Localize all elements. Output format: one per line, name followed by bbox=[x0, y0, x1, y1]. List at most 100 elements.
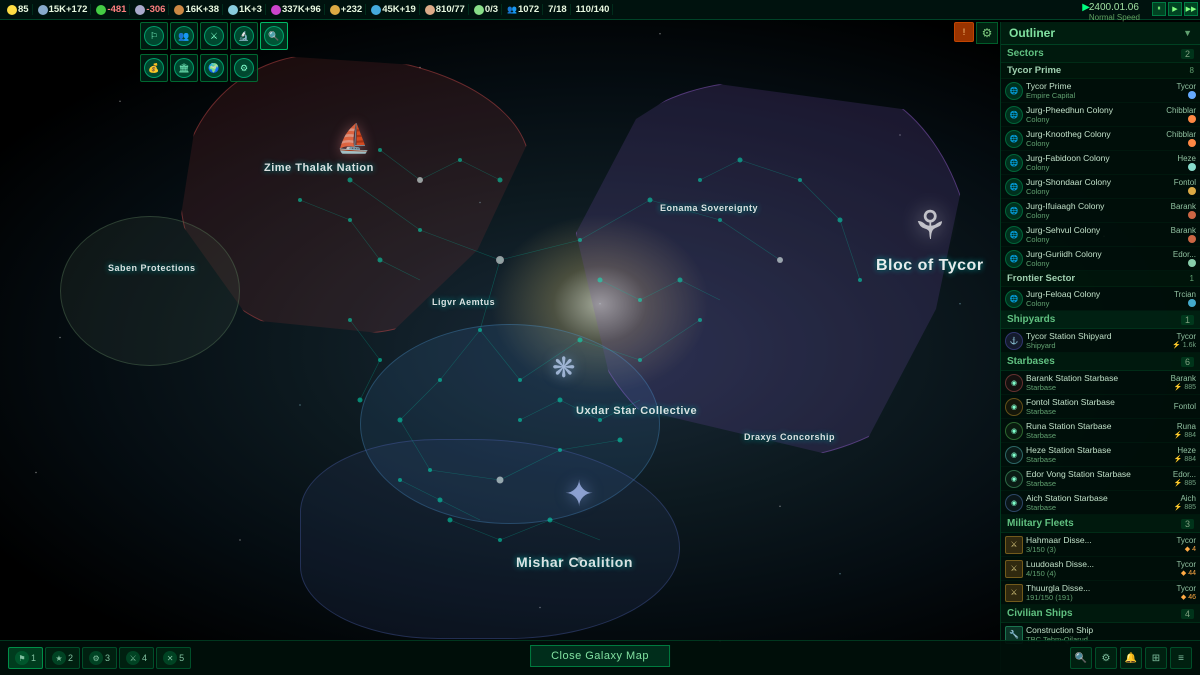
fleet-thuurgla[interactable]: ⚔ Thuurgla Disse... 191/150 (191) Tycor … bbox=[1001, 581, 1200, 605]
time-display: 2400.01.06 Normal Speed bbox=[1089, 2, 1140, 22]
tycor-prime-subsection[interactable]: Tycor Prime 8 bbox=[1001, 63, 1200, 79]
planet-tycor-prime[interactable]: 🌐 Tycor Prime Empire Capital Tycor bbox=[1001, 79, 1200, 103]
planet-flag-6 bbox=[1188, 211, 1196, 219]
menu-icon[interactable]: ≡ bbox=[1170, 647, 1192, 669]
planet-jurg-guriidh[interactable]: 🌐 Jurg-Guriidh Colony Colony Edor... bbox=[1001, 247, 1200, 271]
speed1-button[interactable]: ▶ bbox=[1168, 2, 1182, 16]
game-speed-label: Normal Speed bbox=[1089, 13, 1140, 22]
construction-ship-name-1: Construction Ship bbox=[1026, 625, 1196, 635]
sectors-title: Sectors bbox=[1007, 48, 1044, 59]
starbase-barank[interactable]: ◉ Barank Station Starbase Starbase Baran… bbox=[1001, 371, 1200, 395]
outliner-options[interactable]: ▼ bbox=[1183, 28, 1192, 38]
starbase-type-2: Starbase bbox=[1026, 407, 1171, 416]
speed2-button[interactable]: ▶▶ bbox=[1184, 2, 1198, 16]
toolbar2-icon-2: 🏛 bbox=[174, 58, 194, 78]
toolbar2-btn-2[interactable]: 🏛 bbox=[170, 54, 198, 82]
toolbar2-icon-4: ⚙ bbox=[234, 58, 254, 78]
shipyard-tycor-station[interactable]: ⚓ Tycor Station Shipyard Shipyard Tycor … bbox=[1001, 329, 1200, 353]
mishar-icon: ✦ bbox=[564, 473, 594, 515]
settings-icon[interactable]: ⚙ bbox=[976, 22, 998, 44]
starbase-heze[interactable]: ◉ Heze Station Starbase Starbase Heze ⚡ … bbox=[1001, 443, 1200, 467]
starbases-section-header[interactable]: Starbases 6 bbox=[1001, 353, 1200, 371]
starbase-stat-3: ⚡ 884 bbox=[1174, 431, 1196, 439]
starbase-fontol[interactable]: ◉ Fontol Station Starbase Starbase Fonto… bbox=[1001, 395, 1200, 419]
close-galaxy-map-button[interactable]: Close Galaxy Map bbox=[530, 645, 670, 667]
toolbar2-btn-3[interactable]: 🌍 bbox=[200, 54, 228, 82]
bottom-tab-5[interactable]: ✕ 5 bbox=[156, 647, 191, 669]
planet-jurg-sehvul[interactable]: 🌐 Jurg-Sehvul Colony Colony Barank bbox=[1001, 223, 1200, 247]
planet-type-9: Colony bbox=[1026, 299, 1171, 308]
planet-type-3: Colony bbox=[1026, 139, 1163, 148]
fleet-owner-3: Tycor bbox=[1176, 584, 1196, 593]
frontier-sector-subsection[interactable]: Frontier Sector 1 bbox=[1001, 271, 1200, 287]
uxdar-icon: ❋ bbox=[552, 351, 575, 384]
fleet-stat-3: ◆ 46 bbox=[1176, 593, 1196, 601]
pause-button[interactable]: ⏸ bbox=[1152, 2, 1166, 16]
planet-icon-1: 🌐 bbox=[1005, 82, 1023, 100]
outliner-header: Outliner ▼ bbox=[1001, 22, 1200, 45]
planet-name-5: Jurg-Shondaar Colony bbox=[1026, 177, 1171, 187]
starbase-edor-vong[interactable]: ◉ Edor Vong Station Starbase Starbase Ed… bbox=[1001, 467, 1200, 491]
shipyards-section-header[interactable]: Shipyards 1 bbox=[1001, 311, 1200, 329]
outliner-panel: Outliner ▼ Sectors 2 Tycor Prime 8 🌐 Tyc… bbox=[1000, 22, 1200, 672]
planet-jurg-shondaar[interactable]: 🌐 Jurg-Shondaar Colony Colony Fontol bbox=[1001, 175, 1200, 199]
planet-jurg-knootheg[interactable]: 🌐 Jurg-Knootheg Colony Colony Chibblar bbox=[1001, 127, 1200, 151]
ratio1-value: 7/18 bbox=[548, 4, 567, 15]
map-settings-icon[interactable]: ⚙ bbox=[1095, 647, 1117, 669]
fleet-luudoash[interactable]: ⚔ Luudoash Disse... 4/150 (4) Tycor ◆ 44 bbox=[1001, 557, 1200, 581]
toolbar2: 💰 🏛 🌍 ⚙ bbox=[140, 54, 258, 82]
civilian-ships-section-header[interactable]: Civilian Ships 4 bbox=[1001, 605, 1200, 623]
starbase-type-6: Starbase bbox=[1026, 503, 1171, 512]
starbase-owner-2: Fontol bbox=[1174, 402, 1196, 411]
starbase-icon-1: ◉ bbox=[1005, 374, 1023, 392]
toolbar-btn-5[interactable]: 🔍 bbox=[260, 22, 288, 50]
shipyard-owner-1: Tycor bbox=[1172, 332, 1196, 341]
planet-owner-4: Heze bbox=[1177, 154, 1196, 163]
fleet-name-2: Luudoash Disse... bbox=[1026, 559, 1173, 569]
bottom-tab-2[interactable]: ★ 2 bbox=[45, 647, 80, 669]
toolbar-btn-1[interactable]: ⚐ bbox=[140, 22, 168, 50]
starbase-name-6: Aich Station Starbase bbox=[1026, 493, 1171, 503]
notification-icon[interactable]: ! bbox=[954, 22, 974, 42]
toolbar-btn-2[interactable]: 👥 bbox=[170, 22, 198, 50]
toolbar2-btn-4[interactable]: ⚙ bbox=[230, 54, 258, 82]
fleet-type-3: 191/150 (191) bbox=[1026, 593, 1173, 602]
planet-icon-7: 🌐 bbox=[1005, 226, 1023, 244]
shipyard-icon-1: ⚓ bbox=[1005, 332, 1023, 350]
bottom-tab-icon-5: ✕ bbox=[163, 651, 177, 665]
toolbar2-btn-1[interactable]: 💰 bbox=[140, 54, 168, 82]
planet-icon-4: 🌐 bbox=[1005, 154, 1023, 172]
planet-jurg-pheedhun[interactable]: 🌐 Jurg-Pheedhun Colony Colony Chibblar bbox=[1001, 103, 1200, 127]
resource-alloys: -306 bbox=[132, 4, 169, 15]
planet-jurg-fabidoon[interactable]: 🌐 Jurg-Fabidoon Colony Colony Heze bbox=[1001, 151, 1200, 175]
bottom-tab-3[interactable]: ⚙ 3 bbox=[82, 647, 117, 669]
shipyard-name-1: Tycor Station Shipyard bbox=[1026, 331, 1169, 341]
toolbar-btn-4[interactable]: 🔬 bbox=[230, 22, 258, 50]
food-value: -481 bbox=[107, 4, 126, 15]
starbase-runa[interactable]: ◉ Runa Station Starbase Starbase Runa ⚡ … bbox=[1001, 419, 1200, 443]
bottom-tab-4[interactable]: ⚔ 4 bbox=[119, 647, 154, 669]
planet-jurg-feloaq[interactable]: 🌐 Jurg-Feloaq Colony Colony Trcian bbox=[1001, 287, 1200, 311]
starbase-name-4: Heze Station Starbase bbox=[1026, 445, 1171, 455]
frontier-sector-count: 1 bbox=[1190, 274, 1194, 283]
planet-name-7: Jurg-Sehvul Colony bbox=[1026, 225, 1168, 235]
bottom-tab-1[interactable]: ⚑ 1 bbox=[8, 647, 43, 669]
toolbar-btn-3[interactable]: ⚔ bbox=[200, 22, 228, 50]
military-fleets-section-header[interactable]: Military Fleets 3 bbox=[1001, 515, 1200, 533]
science-value: 45K+19 bbox=[382, 4, 416, 15]
bottom-tab-icon-1: ⚑ bbox=[15, 651, 29, 665]
fleet-hahmaar[interactable]: ⚔ Hahmaar Disse... 3/150 (3) Tycor ◆ 4 bbox=[1001, 533, 1200, 557]
alerts-icon[interactable]: 🔔 bbox=[1120, 647, 1142, 669]
resource-sr1: 1K+3 bbox=[225, 4, 266, 15]
planet-flag-2 bbox=[1188, 115, 1196, 123]
sectors-section-header[interactable]: Sectors 2 bbox=[1001, 45, 1200, 63]
starbase-owner-5: Edor... bbox=[1173, 470, 1196, 479]
zoom-icon[interactable]: 🔍 bbox=[1070, 647, 1092, 669]
starbase-aich[interactable]: ◉ Aich Station Starbase Starbase Aich ⚡ … bbox=[1001, 491, 1200, 515]
starbase-name-2: Fontol Station Starbase bbox=[1026, 397, 1171, 407]
bottom-tabs: ⚑ 1 ★ 2 ⚙ 3 ⚔ 4 ✕ 5 bbox=[8, 647, 191, 669]
planet-name-3: Jurg-Knootheg Colony bbox=[1026, 129, 1163, 139]
planet-jurg-ifuiaagh[interactable]: 🌐 Jurg-Ifuiaagh Colony Colony Barank bbox=[1001, 199, 1200, 223]
grid-icon[interactable]: ⊞ bbox=[1145, 647, 1167, 669]
game-speed-controls[interactable]: ⏸ ▶ ▶▶ bbox=[1152, 2, 1198, 16]
